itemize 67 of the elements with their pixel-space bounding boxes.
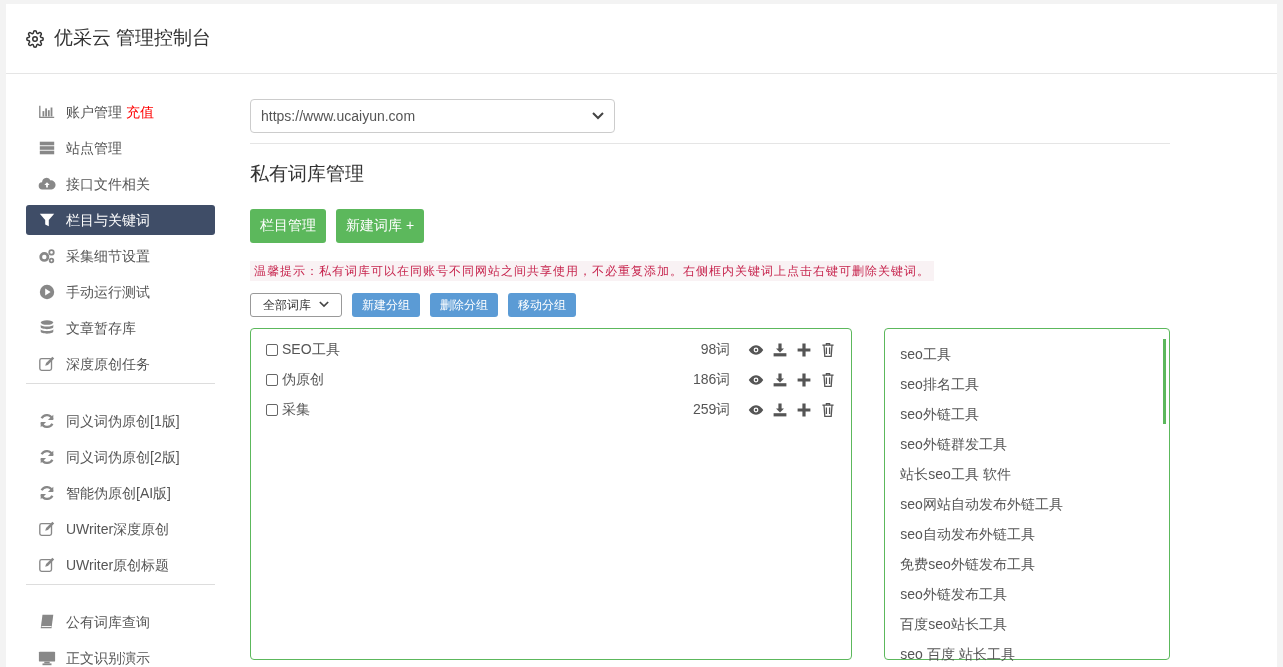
checkbox[interactable] [266,373,278,386]
keyword-item[interactable]: 站长seo工具 软件 [900,460,1011,491]
trash-icon[interactable] [820,371,837,388]
sidebar-item[interactable]: UWriter深度原创 [26,520,215,538]
word-count: 259词 [692,400,731,419]
keyword-item[interactable]: seo工具 [900,340,951,371]
site-select[interactable]: https://www.ucaiyun.com [250,99,615,133]
keyword-item[interactable]: seo外链工具 [900,400,979,431]
filter-icon [38,211,56,229]
tip-text: 温馨提示：私有词库可以在同账号不同网站之间共享使用，不必重复添加。右侧框内关键词上点击右键可删除关键词。 [250,260,934,281]
server-icon [38,139,56,157]
refresh-icon [38,412,56,430]
sidebar-item[interactable]: UWriter原创标题 [26,556,215,574]
checkbox[interactable] [266,343,278,356]
sidebar-item[interactable]: 站点管理 [26,139,215,157]
keyword-item[interactable]: seo排名工具 [900,370,979,401]
download-icon[interactable] [772,371,789,388]
keyword-item[interactable]: seo外链群发工具 [900,430,1007,461]
download-icon[interactable] [772,401,789,418]
trash-icon[interactable] [820,401,837,418]
chevron-down-icon [592,112,604,120]
keyword-item[interactable]: 免费seo外链发布工具 [900,550,1035,581]
library-name[interactable]: SEO工具 [282,339,701,360]
sidebar-item[interactable]: 采集细节设置 [26,247,215,265]
chevron-down-icon [319,301,329,308]
sidebar-item[interactable]: 接口文件相关 [26,175,215,193]
settings-icon [26,29,44,48]
sidebar-item[interactable]: 智能伪原创[AI版] [26,484,215,502]
trash-icon[interactable] [820,341,837,358]
keyword-item[interactable]: seo自动发布外链工具 [900,520,1035,551]
play-icon [38,283,56,301]
recharge-link[interactable]: 充值 [126,101,154,123]
sidebar-item[interactable]: 文章暂存库 [26,319,215,337]
download-icon[interactable] [772,341,789,358]
book-icon [38,613,56,631]
database-icon [38,319,56,337]
keyword-item[interactable]: seo外链发布工具 [900,580,1007,611]
chart-icon [38,103,56,121]
word-count: 186词 [692,370,731,389]
sidebar-item[interactable]: 账户管理 充值 [26,103,215,121]
refresh-icon [38,484,56,502]
keyword-item[interactable]: seo网站自动发布外链工具 [900,490,1063,521]
sidebar-item[interactable]: 公有词库查询 [26,613,215,631]
checkbox[interactable] [266,403,278,416]
sidebar-item[interactable]: 同义词伪原创[2版] [26,448,215,466]
word-count: 98词 [700,340,731,359]
monitor-icon [38,649,56,667]
sidebar-item[interactable]: 手动运行测试 [26,283,215,301]
page-title: 私有词库管理 [250,162,365,186]
sidebar-item[interactable]: 同义词伪原创[1版] [26,412,215,430]
plus-icon[interactable] [796,371,813,388]
edit-icon [38,556,56,574]
plus-icon[interactable] [796,341,813,358]
refresh-icon [38,448,56,466]
sidebar-item[interactable]: 深度原创任务 [26,355,215,373]
library-name[interactable]: 伪原创 [282,369,693,390]
plus-icon[interactable] [796,401,813,418]
sidebar-item[interactable]: 栏目与关键词 [26,205,215,235]
edit-icon [38,355,56,373]
group-filter-select[interactable]: 全部词库 [250,292,342,317]
scrollbar-thumb[interactable] [1163,338,1166,424]
app-title: 优采云 管理控制台 [54,26,212,51]
library-name[interactable]: 采集 [282,399,693,420]
keyword-item[interactable]: 百度seo站长工具 [900,610,1007,641]
sidebar-item[interactable]: 正文识别演示 [26,649,215,667]
keyword-item[interactable]: seo 百度 站长工具 [900,640,1015,667]
edit-icon [38,520,56,538]
